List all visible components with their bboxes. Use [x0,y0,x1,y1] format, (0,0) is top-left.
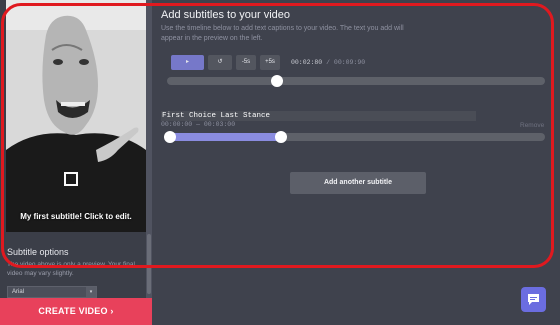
back-5s-button[interactable]: -5s [236,55,256,70]
subtitle-preview-caption[interactable]: My first subtitle! Click to edit. [6,212,146,221]
left-scrollbar-thumb[interactable] [147,234,151,294]
playback-timeline[interactable] [167,77,545,85]
remove-subtitle-link[interactable]: Remove [520,122,544,129]
chat-bubble-icon [528,294,539,305]
subtitle-range-fill [170,133,281,141]
chevron-down-icon: ▾ [86,287,96,297]
page-title: Add subtitles to your video [161,9,291,21]
font-select[interactable]: Arial ▾ [7,286,97,298]
time-separator: / [322,59,334,66]
preview-frame-image [6,0,146,232]
total-time: 00:09:90 [333,59,366,66]
forward-5s-button[interactable]: +5s [260,55,280,70]
create-video-button[interactable]: CREATE VIDEO › [0,298,152,325]
left-panel: My first subtitle! Click to edit. Subtit… [0,0,152,325]
page-description: Use the timeline below to add text capti… [161,25,404,42]
subtitle-options-heading: Subtitle options [7,247,69,257]
playback-scrubber[interactable] [270,75,283,87]
chat-button[interactable] [521,287,546,312]
subtitle-text-input[interactable]: First Choice Last Stance [161,111,476,121]
subtitle-time-range: 00:00:00 — 00:03:00 [161,121,236,128]
restart-icon: ↺ [217,59,223,65]
restart-button[interactable]: ↺ [208,55,232,70]
play-button[interactable]: ▸ [171,55,204,70]
subtitle-end-handle[interactable] [275,131,287,143]
font-select-value: Arial [12,289,25,295]
video-preview[interactable]: My first subtitle! Click to edit. [6,0,146,232]
add-subtitle-button[interactable]: Add another subtitle [290,172,426,194]
subtitle-start-handle[interactable] [164,131,176,143]
preview-note: The video above is only a preview. Your … [7,261,135,277]
current-time: 00:02:80 [291,59,323,66]
play-icon: ▸ [185,59,189,65]
timecode: 00:02:80 / 00:09:90 [291,59,365,66]
